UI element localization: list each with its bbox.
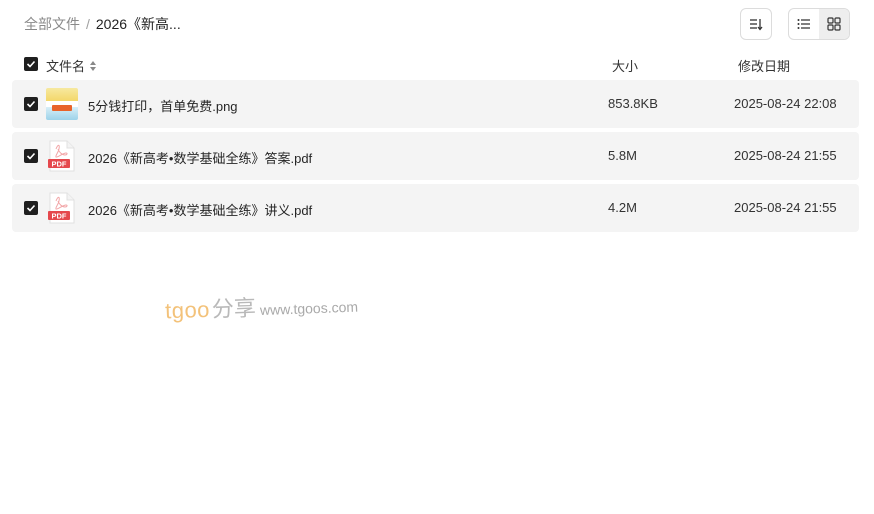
grid-view-icon	[827, 17, 841, 31]
date-column-header[interactable]: 修改日期	[738, 56, 790, 75]
file-list: 5分钱打印，首单免费.png 853.8KB 2025-08-24 22:08 …	[12, 80, 859, 236]
watermark-brand: tgoo	[164, 296, 211, 324]
select-all-checkbox[interactable]	[24, 57, 38, 71]
file-row[interactable]: 5分钱打印，首单免费.png 853.8KB 2025-08-24 22:08	[12, 80, 859, 128]
name-column-label: 文件名	[46, 59, 86, 74]
watermark: tgoo 分享 www.tgoos.com	[165, 287, 359, 326]
grid-view-button[interactable]	[819, 9, 849, 39]
file-name[interactable]: 2026《新高考•数学基础全练》答案.pdf	[88, 148, 312, 167]
name-column-header[interactable]: 文件名	[46, 56, 97, 75]
svg-text:PDF: PDF	[52, 212, 67, 221]
file-size: 4.2M	[608, 200, 637, 215]
sort-button[interactable]	[740, 8, 772, 40]
file-date: 2025-08-24 22:08	[734, 96, 837, 111]
watermark-suffix: 分享	[211, 295, 257, 322]
breadcrumb: 全部文件 / 2026《新高...	[24, 14, 181, 34]
checkmark-icon	[26, 60, 36, 68]
pdf-file-icon: PDF	[46, 192, 78, 224]
file-name[interactable]: 5分钱打印，首单免费.png	[88, 96, 238, 115]
file-name[interactable]: 2026《新高考•数学基础全练》讲义.pdf	[88, 200, 312, 219]
breadcrumb-current-folder: 2026《新高...	[95, 16, 181, 32]
svg-text:PDF: PDF	[52, 160, 67, 169]
pdf-file-icon: PDF	[46, 140, 78, 172]
breadcrumb-separator: /	[86, 16, 90, 32]
file-date: 2025-08-24 21:55	[734, 200, 837, 215]
breadcrumb-root-link[interactable]: 全部文件	[24, 14, 80, 34]
file-row[interactable]: PDF 2026《新高考•数学基础全练》答案.pdf 5.8M 2025-08-…	[12, 132, 859, 180]
watermark-url: www.tgoos.com	[259, 298, 359, 319]
row-checkbox[interactable]	[24, 201, 38, 215]
image-thumbnail	[46, 88, 78, 120]
file-size: 853.8KB	[608, 96, 658, 111]
size-column-header[interactable]: 大小	[612, 56, 638, 75]
list-view-button[interactable]	[789, 9, 819, 39]
row-checkbox[interactable]	[24, 97, 38, 111]
list-view-icon	[797, 19, 810, 29]
checkmark-icon	[26, 204, 36, 212]
sort-icon	[750, 19, 763, 31]
checkmark-icon	[26, 152, 36, 160]
row-checkbox[interactable]	[24, 149, 38, 163]
table-header: 文件名 大小 修改日期	[0, 52, 874, 76]
checkmark-icon	[26, 100, 36, 108]
top-bar: 全部文件 / 2026《新高...	[0, 0, 874, 48]
file-date: 2025-08-24 21:55	[734, 148, 837, 163]
file-size: 5.8M	[608, 148, 637, 163]
sort-toggle-icon	[90, 60, 97, 71]
file-row[interactable]: PDF 2026《新高考•数学基础全练》讲义.pdf 4.2M 2025-08-…	[12, 184, 859, 232]
view-toggle	[788, 8, 850, 40]
